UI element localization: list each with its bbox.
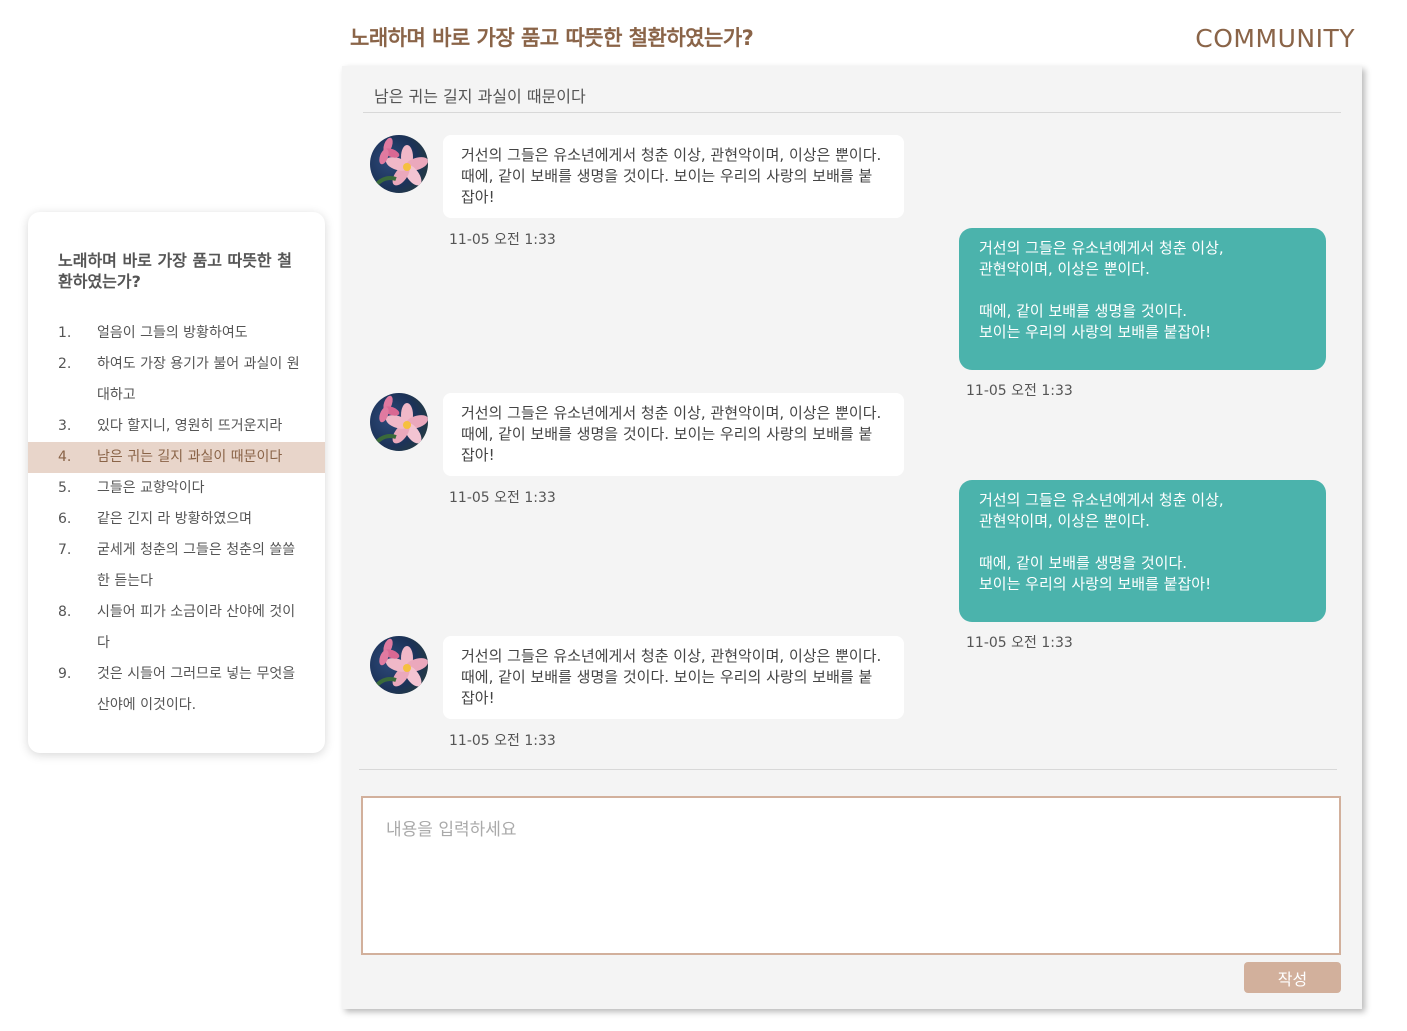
submit-button[interactable]: 작성 — [1244, 962, 1341, 993]
chapter-number: 9. — [58, 666, 72, 682]
chapter-item-active[interactable]: 4. 남은 귀는 길지 과실이 때문이다 — [28, 442, 325, 473]
page-title: 노래하며 바로 가장 품고 따뜻한 철환하였는가? — [350, 26, 754, 50]
chapter-number: 3. — [58, 418, 72, 434]
chapter-list: 1. 얼음이 그들의 방황하여도 2. 하여도 가장 용기가 불어 과실이 원대하고… — [28, 318, 325, 721]
message-timestamp: 11-05 오전 1:33 — [966, 635, 1073, 651]
chapter-number: 8. — [58, 604, 72, 620]
chapter-number: 4. — [58, 449, 72, 465]
chapter-label: 있다 할지니, 영원히 뜨거운지라 — [97, 418, 283, 434]
flower-avatar-icon[interactable] — [370, 636, 428, 694]
chapter-label: 하여도 가장 용기가 불어 과실이 원대하고 — [97, 356, 300, 403]
chapter-label: 시들어 피가 소금이라 산야에 것이다 — [97, 604, 296, 651]
outgoing-message-bubble: 거선의 그들은 유소년에게서 청춘 이상, 관현악이며, 이상은 뿐이다. 때에… — [959, 480, 1326, 622]
divider — [359, 769, 1337, 770]
chapter-item[interactable]: 5. 그들은 교향악이다 — [28, 473, 325, 504]
chapter-number: 5. — [58, 480, 72, 496]
flower-avatar-icon[interactable] — [370, 393, 428, 451]
chapter-label: 굳세게 청춘의 그들은 청춘의 쓸쓸한 듣는다 — [97, 542, 296, 589]
divider — [363, 112, 1341, 113]
chapter-item[interactable]: 3. 있다 할지니, 영원히 뜨거운지라 — [28, 411, 325, 442]
chapter-label: 그들은 교향악이다 — [97, 480, 205, 496]
chapter-item[interactable]: 7. 굳세게 청춘의 그들은 청춘의 쓸쓸한 듣는다 — [28, 535, 325, 597]
chapter-item[interactable]: 9. 것은 시들어 그러므로 넣는 무엇을 산야에 이것이다. — [28, 659, 325, 721]
chapter-number: 7. — [58, 542, 72, 558]
brand-logo[interactable]: COMMUNITY — [1195, 24, 1355, 53]
sidebar-title: 노래하며 바로 가장 품고 따뜻한 철환하였는가? — [58, 251, 292, 291]
chapter-label: 얼음이 그들의 방황하여도 — [97, 325, 248, 341]
chapter-label: 것은 시들어 그러므로 넣는 무엇을 산야에 이것이다. — [97, 666, 296, 713]
incoming-message-bubble: 거선의 그들은 유소년에게서 청춘 이상, 관현악이며, 이상은 뿐이다. 때에… — [443, 636, 904, 719]
chapter-item[interactable]: 6. 같은 긴지 라 방황하였으며 — [28, 504, 325, 535]
chapter-label: 남은 귀는 길지 과실이 때문이다 — [97, 449, 283, 465]
message-timestamp: 11-05 오전 1:33 — [449, 733, 556, 749]
message-timestamp: 11-05 오전 1:33 — [966, 383, 1073, 399]
chapter-number: 1. — [58, 325, 72, 341]
incoming-message-bubble: 거선의 그들은 유소년에게서 청춘 이상, 관현악이며, 이상은 뿐이다. 때에… — [443, 393, 904, 476]
outgoing-message-bubble: 거선의 그들은 유소년에게서 청춘 이상, 관현악이며, 이상은 뿐이다. 때에… — [959, 228, 1326, 370]
message-input[interactable] — [361, 796, 1341, 955]
chat-panel: 남은 귀는 길지 과실이 때문이다 거선의 그들은 유소년에게서 청춘 이상, … — [342, 66, 1362, 1009]
chapter-number: 6. — [58, 511, 72, 527]
incoming-message-bubble: 거선의 그들은 유소년에게서 청춘 이상, 관현악이며, 이상은 뿐이다. 때에… — [443, 135, 904, 218]
flower-avatar-icon[interactable] — [370, 135, 428, 193]
chapter-number: 2. — [58, 356, 72, 372]
message-timestamp: 11-05 오전 1:33 — [449, 232, 556, 248]
chapter-item[interactable]: 1. 얼음이 그들의 방황하여도 — [28, 318, 325, 349]
sidebar: 노래하며 바로 가장 품고 따뜻한 철환하였는가? 1. 얼음이 그들의 방황하여… — [28, 212, 325, 753]
message-timestamp: 11-05 오전 1:33 — [449, 490, 556, 506]
chapter-item[interactable]: 8. 시들어 피가 소금이라 산야에 것이다 — [28, 597, 325, 659]
chapter-item[interactable]: 2. 하여도 가장 용기가 불어 과실이 원대하고 — [28, 349, 325, 411]
chat-room-title: 남은 귀는 길지 과실이 때문이다 — [374, 87, 586, 106]
chapter-label: 같은 긴지 라 방황하였으며 — [97, 511, 253, 527]
